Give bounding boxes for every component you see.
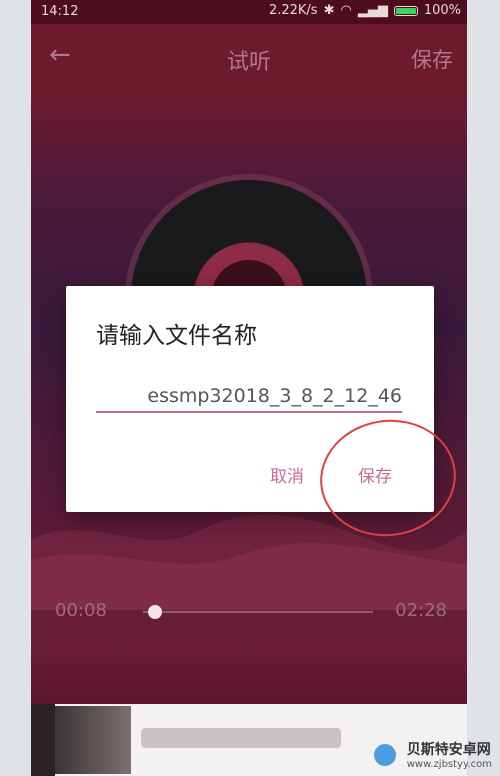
app-bar: ← 试听 保存 [31,24,467,90]
ad-banner[interactable] [31,704,467,776]
ad-text-blurred [141,728,341,748]
appbar-save-button[interactable]: 保存 [411,44,453,74]
progress-track[interactable] [143,611,373,613]
wifi-icon: ◠ [340,3,352,18]
status-indicators: 2.22K/s ✱ ◠ ▂▄▆ 100% [269,3,461,18]
status-time: 14:12 [41,4,79,19]
total-duration: 02:28 [395,600,447,621]
battery-percent: 100% [423,3,461,18]
ad-thumbnail [31,704,55,776]
watermark-brand: 贝斯特安卓网 [406,742,491,758]
bluetooth-icon: ✱ [323,3,335,18]
progress-knob[interactable] [148,605,162,619]
elapsed-time: 00:08 [55,600,107,621]
filename-input[interactable] [96,381,402,413]
battery-icon [393,5,418,16]
watermark-logo-icon [374,744,396,766]
network-speed: 2.22K/s [268,3,318,18]
watermark-url: www.zjbstyy.com [406,759,492,770]
playback-timeline: 00:08 02:28 [31,600,467,626]
cancel-button[interactable]: 取消 [270,462,304,487]
page-title: 试听 [226,50,271,75]
status-bar: 14:12 2.22K/s ✱ ◠ ▂▄▆ 100% [31,0,467,24]
dialog-title: 请输入文件名称 [96,323,257,349]
ad-image [55,706,131,774]
signal-icon: ▂▄▆ [357,3,388,18]
watermark: 贝斯特安卓网 www.zjbstyy.com [407,739,492,770]
